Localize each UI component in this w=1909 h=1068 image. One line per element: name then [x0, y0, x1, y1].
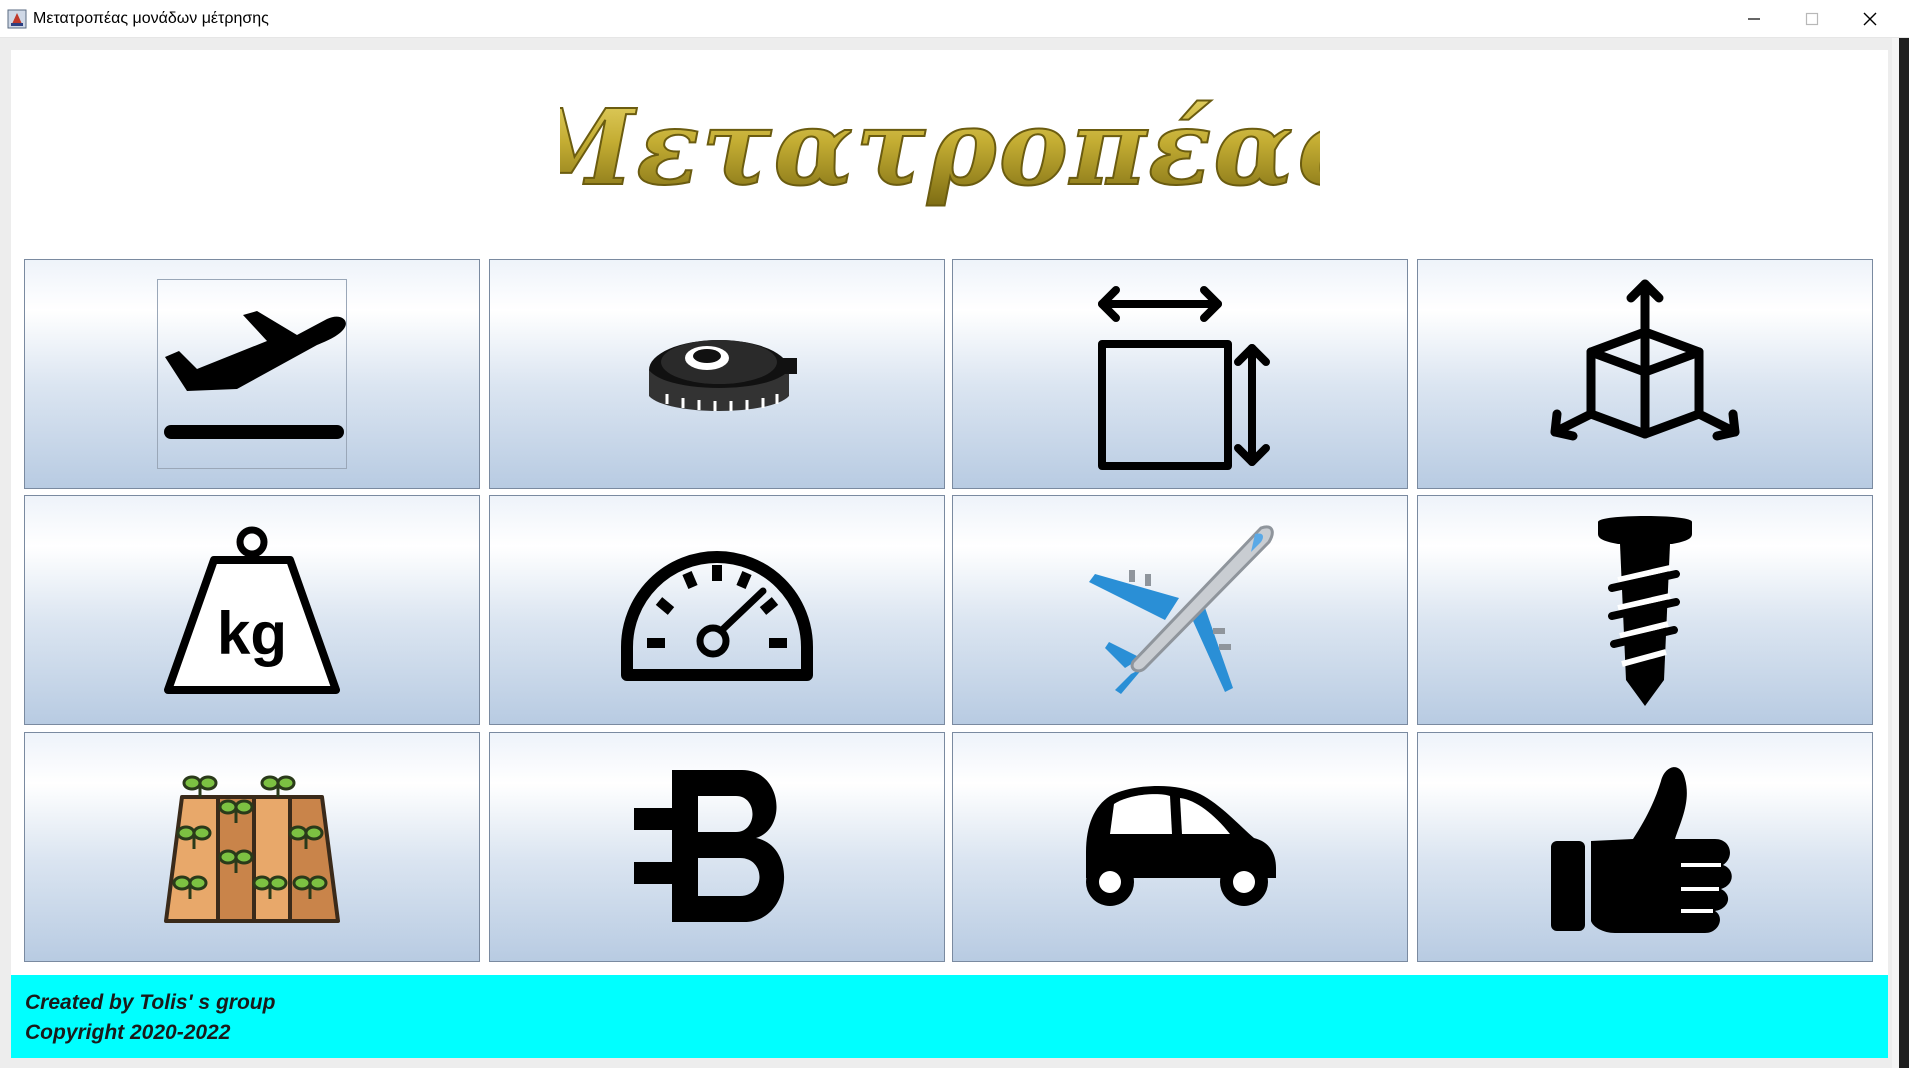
car-icon [1086, 785, 1276, 906]
bitcoin-b-icon [634, 770, 785, 922]
converter-grid: kg [24, 259, 1875, 962]
screw-icon [1598, 516, 1692, 706]
java-app-icon [7, 9, 27, 29]
airplane-icon [1089, 525, 1274, 694]
farmland-icon [164, 775, 340, 923]
volume-converter-button[interactable] [1417, 259, 1873, 489]
data-size-converter-button[interactable] [489, 732, 945, 962]
maximize-button[interactable] [1783, 0, 1841, 38]
app-title-text: Μετατροπέας [560, 86, 1320, 209]
window-title: Μετατροπέας μονάδων μέτρησης [33, 10, 269, 27]
window-titlebar: Μετατροπέας μονάδων μέτρησης [0, 0, 1909, 38]
fuel-consumption-converter-button[interactable] [952, 732, 1408, 962]
approve-button[interactable] [1417, 732, 1873, 962]
weight-converter-button[interactable]: kg [24, 495, 480, 725]
weight-kg-label: kg [217, 600, 287, 667]
area-dimensions-icon [1098, 286, 1270, 470]
weight-kg-icon: kg [164, 526, 340, 694]
distance-converter-button[interactable] [24, 259, 480, 489]
tape-measure-icon [649, 340, 797, 411]
minimize-icon [1748, 18, 1760, 20]
area-converter-button[interactable] [952, 259, 1408, 489]
close-icon [1863, 12, 1877, 26]
aviation-converter-button[interactable] [952, 495, 1408, 725]
length-converter-button[interactable] [489, 259, 945, 489]
footer-credits: Created by Tolis' s group [25, 991, 276, 1014]
close-button[interactable] [1841, 0, 1899, 38]
minimize-button[interactable] [1725, 0, 1783, 38]
thumbs-up-icon [1551, 767, 1732, 933]
airplane-takeoff-icon [157, 279, 347, 469]
footer-bar: Created by Tolis' s group Copyright 2020… [11, 975, 1888, 1058]
torque-converter-button[interactable] [1417, 495, 1873, 725]
maximize-icon [1805, 12, 1819, 26]
volume-cube-icon [1550, 279, 1740, 441]
app-title-logo: Μετατροπέας [560, 85, 1320, 210]
footer-copyright: Copyright 2020-2022 [25, 1021, 231, 1044]
speed-converter-button[interactable] [489, 495, 945, 725]
window-edge [1892, 38, 1899, 1068]
desktop-edge [1899, 38, 1909, 1068]
speedometer-icon [621, 551, 813, 681]
land-area-converter-button[interactable] [24, 732, 480, 962]
